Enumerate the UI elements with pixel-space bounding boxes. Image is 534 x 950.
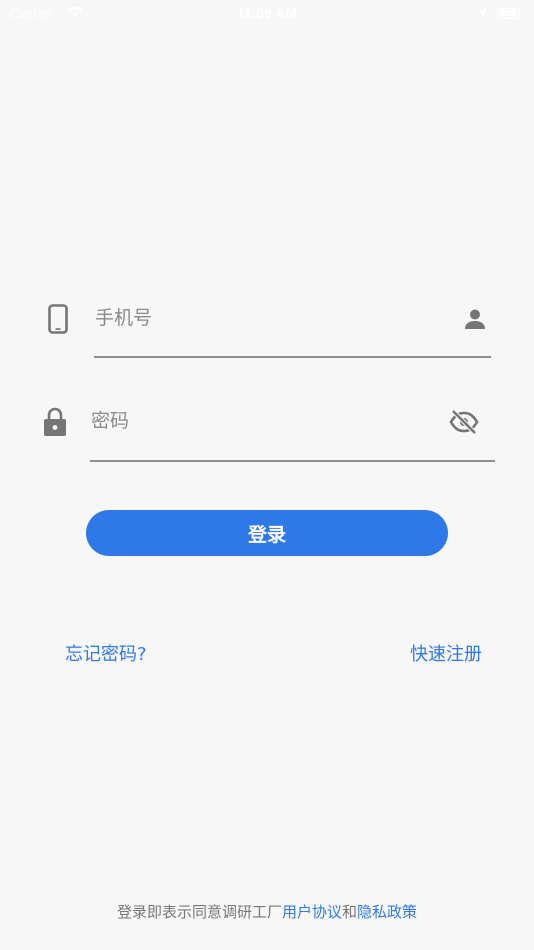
phone-underline <box>94 356 491 358</box>
battery-icon <box>498 8 520 19</box>
smartphone-icon <box>48 304 68 338</box>
clock: 11:09 AM <box>236 5 298 21</box>
login-button[interactable]: 登录 <box>86 510 448 556</box>
privacy-policy-link[interactable]: 隐私政策 <box>357 903 417 921</box>
agreement-prefix: 登录即表示同意调研工厂 <box>116 903 282 921</box>
password-underline <box>90 460 495 462</box>
agreement-conjunction: 和 <box>342 903 358 921</box>
person-icon[interactable] <box>463 307 487 335</box>
phone-input[interactable] <box>95 303 445 333</box>
user-agreement-link[interactable]: 用户协议 <box>282 903 342 921</box>
forgot-password-link[interactable]: 忘记密码? <box>65 640 147 666</box>
location-arrow-icon <box>476 6 488 22</box>
quick-register-link[interactable]: 快速注册 <box>410 640 482 666</box>
password-input[interactable] <box>91 406 441 436</box>
eye-off-icon[interactable] <box>449 408 479 440</box>
status-bar: Carrier 11:09 AM <box>0 0 534 28</box>
lock-icon <box>43 407 67 441</box>
agreement-notice: 登录即表示同意调研工厂用户协议和隐私政策 <box>0 901 534 922</box>
